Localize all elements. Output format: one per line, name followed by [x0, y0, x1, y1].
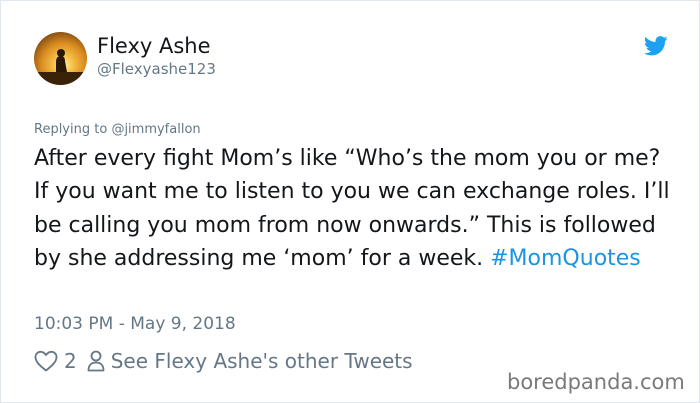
person-icon: [87, 350, 105, 372]
display-name[interactable]: Flexy Ashe: [97, 34, 211, 58]
replying-prefix: Replying to: [34, 122, 112, 137]
heart-icon[interactable]: [34, 350, 58, 372]
user-handle[interactable]: @Flexyashe123: [97, 60, 216, 78]
avatar[interactable]: [34, 32, 87, 85]
hashtag-link[interactable]: #MomQuotes: [490, 246, 641, 271]
watermark: boredpanda.com: [507, 370, 685, 394]
other-tweets-link[interactable]: See Flexy Ashe's other Tweets: [111, 349, 413, 373]
like-count[interactable]: 2: [64, 349, 77, 373]
tweet-actions: 2 See Flexy Ashe's other Tweets: [34, 347, 413, 375]
mention-link[interactable]: @jimmyfallon: [111, 122, 200, 137]
replying-to: Replying to @jimmyfallon: [34, 122, 201, 137]
timestamp[interactable]: 10:03 PM - May 9, 2018: [34, 314, 236, 334]
tweet-card: Flexy Ashe @Flexyashe123 Replying to @ji…: [0, 0, 700, 403]
twitter-bird-icon[interactable]: [644, 36, 668, 56]
tweet-text: After every fight Mom’s like “Who’s the …: [34, 142, 679, 275]
